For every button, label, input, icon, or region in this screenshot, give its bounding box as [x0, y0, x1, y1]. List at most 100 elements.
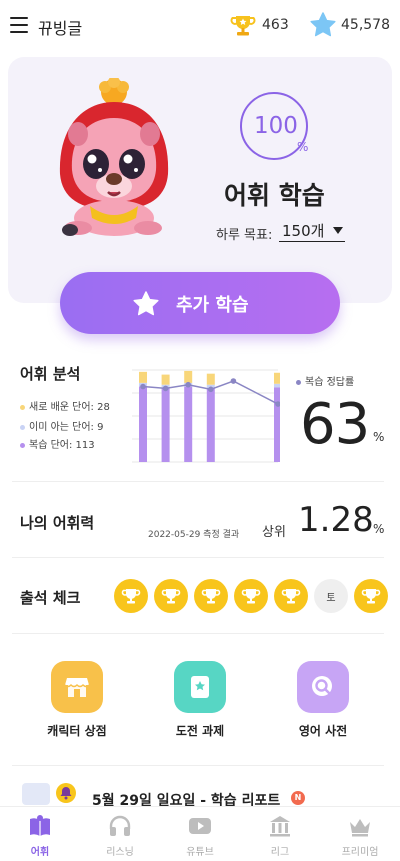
- legend-new-words-label: 새로 배운 단어: 28: [29, 402, 110, 413]
- vocab-level-title: 나의 어휘력: [20, 514, 95, 532]
- attendance-day-checked: [154, 579, 188, 613]
- mascot-character-image: [48, 76, 178, 244]
- legend-new-words: 새로 배운 단어: 28: [20, 398, 110, 413]
- section-divider: [12, 633, 384, 634]
- nav-listening-label: 리스닝: [106, 847, 134, 858]
- attendance-day-checked: [234, 579, 268, 613]
- trophy-icon: [161, 589, 181, 604]
- nav-premium-label: 프리미엄: [341, 847, 379, 858]
- section-divider: [12, 481, 384, 482]
- star-count: 45,578: [341, 17, 390, 33]
- chart-accuracy-point: [185, 381, 191, 388]
- star-icon: [309, 11, 337, 43]
- nav-vocab-tab[interactable]: 어휘: [0, 807, 80, 861]
- section-divider: [12, 557, 384, 558]
- challenge-label: 도전 과제: [175, 724, 225, 738]
- trophy-icon: [230, 12, 256, 42]
- crown-icon: [350, 819, 370, 837]
- vocab-level-date: 2022-05-29 측정 결과: [148, 530, 240, 540]
- challenge-button[interactable]: [174, 661, 226, 713]
- review-accuracy-unit: %: [373, 430, 385, 444]
- legend-dot: [20, 404, 25, 410]
- vocab-level-value: 1.28: [298, 500, 374, 540]
- legend-review-words-label: 복습 단어: 113: [29, 440, 95, 451]
- nav-youtube-tab[interactable]: 유튜브: [160, 807, 240, 861]
- shop-icon: [64, 678, 90, 697]
- chart-bar-segment: [139, 386, 147, 462]
- attendance-day-pending: 토: [314, 579, 348, 613]
- daily-progress-unit: %: [297, 140, 309, 154]
- character-shop-button[interactable]: [51, 661, 103, 713]
- chart-bar-segment: [206, 373, 215, 385]
- character-shop-label: 캐릭터 상점: [47, 724, 107, 738]
- chart-accuracy-point: [162, 385, 169, 392]
- legend-known-words-label: 이미 아는 단어: 9: [29, 422, 104, 433]
- section-divider: [12, 765, 384, 766]
- legend-dot: [20, 442, 25, 448]
- attendance-day-label: 토: [326, 593, 336, 604]
- daily-goal-select[interactable]: 150개: [279, 218, 345, 242]
- extra-study-button[interactable]: 추가 학습: [60, 272, 340, 334]
- legend-dot: [20, 424, 25, 430]
- english-dictionary-label: 영어 사전: [298, 724, 348, 738]
- nav-league-tab[interactable]: 리그: [240, 807, 320, 861]
- legend-dot: [296, 379, 301, 385]
- attendance-day-checked: [194, 579, 228, 613]
- chart-bar-segment: [139, 371, 147, 383]
- bottom-navigation: 어휘 리스닝 유튜브 리그 프리미엄: [0, 806, 400, 861]
- trophy-icon: [121, 589, 141, 604]
- chart-bar-segment: [206, 388, 215, 462]
- trophy-icon: [201, 589, 221, 604]
- nav-listening-tab[interactable]: 리스닝: [80, 807, 160, 861]
- daily-goal-label: 하루 목표:: [216, 228, 273, 243]
- chart-bar-segment: [161, 388, 170, 462]
- trophy-icon: [281, 589, 301, 604]
- daily-goal-value: 150개: [282, 222, 325, 240]
- english-dictionary-button[interactable]: [297, 661, 349, 713]
- review-accuracy-legend: 복습 정답률: [296, 373, 354, 388]
- new-badge: N: [291, 791, 305, 805]
- chart-accuracy-point: [208, 386, 214, 393]
- hamburger-menu-icon[interactable]: [10, 17, 28, 33]
- caret-down-icon: [333, 227, 343, 234]
- trophy-count: 463: [262, 17, 289, 33]
- trophy-icon: [241, 589, 261, 604]
- attendance-day-checked: [114, 579, 148, 613]
- nav-premium-tab[interactable]: 프리미엄: [320, 807, 400, 861]
- nav-league-label: 리그: [270, 847, 290, 858]
- headphones-icon: [109, 815, 131, 836]
- chart-bar-segment: [274, 383, 280, 388]
- bookmark-star-icon: [191, 676, 209, 698]
- vocab-analysis-title: 어휘 분석: [20, 365, 81, 383]
- bell-icon: [56, 783, 76, 803]
- chart-accuracy-point: [140, 383, 146, 390]
- attendance-title: 출석 체크: [20, 589, 81, 607]
- bank-icon: [270, 816, 290, 837]
- play-icon: [189, 818, 211, 834]
- daily-progress-value: 100: [254, 113, 298, 139]
- vocab-study-title: 어휘 학습: [224, 181, 325, 210]
- attendance-day-checked: [354, 579, 388, 613]
- legend-review-words: 복습 단어: 113: [20, 436, 95, 451]
- vocab-analysis-chart: [132, 369, 280, 463]
- book-icon: [30, 815, 50, 836]
- chart-bar-segment: [274, 372, 280, 384]
- nav-vocab-label: 어휘: [30, 847, 50, 858]
- trophy-icon: [361, 589, 381, 604]
- chart-bar-segment: [184, 370, 193, 383]
- extra-study-label: 추가 학습: [176, 295, 249, 316]
- attendance-day-checked: [274, 579, 308, 613]
- vocab-level-unit: %: [373, 522, 385, 536]
- chart-bar-segment: [274, 387, 280, 462]
- star-icon: [133, 291, 159, 316]
- chart-bar-segment: [161, 374, 170, 385]
- chart-bar-segment: [184, 386, 193, 462]
- legend-known-words: 이미 아는 단어: 9: [20, 418, 103, 433]
- nav-youtube-label: 유튜브: [186, 847, 214, 858]
- review-accuracy-legend-label: 복습 정답률: [305, 377, 355, 388]
- vocab-level-rank-label: 상위: [262, 525, 286, 540]
- chart-accuracy-point: [230, 378, 237, 384]
- report-illustration-icon: [22, 783, 50, 805]
- search-icon: [312, 676, 332, 696]
- app-header: 뀨빙글 463 45,578: [0, 0, 400, 52]
